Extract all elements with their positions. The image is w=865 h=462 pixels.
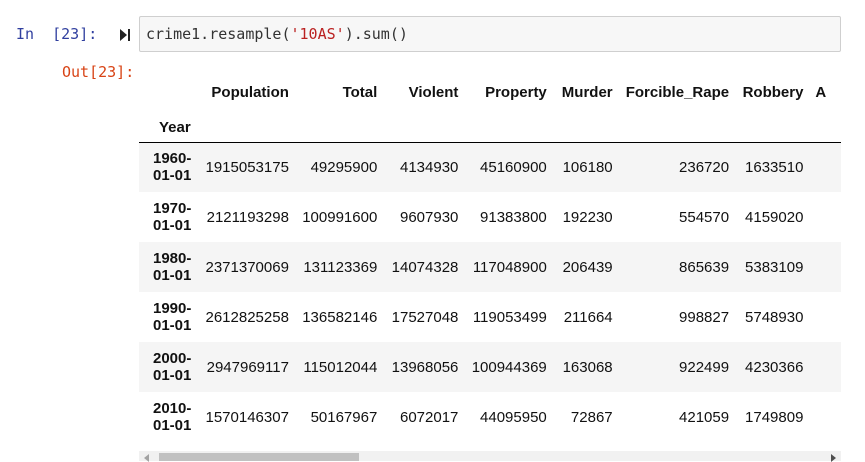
table-cell: 998827 xyxy=(679,308,730,326)
table-cell: 5383109 xyxy=(745,258,804,276)
input-prompt: In [23]: xyxy=(16,25,98,43)
table-cell: 115012044 xyxy=(303,358,378,376)
table-cell: 14074328 xyxy=(391,258,459,276)
table-cell: 2371370069 xyxy=(205,258,289,276)
row-index: 2000- 01-01 xyxy=(153,350,192,384)
table-cell xyxy=(811,242,841,292)
table-cell: 17527048 xyxy=(391,308,459,326)
table-cell: 49295900 xyxy=(310,158,378,176)
table-cell: 136582146 xyxy=(302,308,378,326)
column-header: Property xyxy=(485,83,547,101)
column-header: Violent xyxy=(408,83,459,101)
code-line: crime1.resample('10AS').sum() xyxy=(146,25,408,43)
row-index: 1980- 01-01 xyxy=(153,250,192,284)
table-cell: 72867 xyxy=(570,408,613,426)
table-cell: 131123369 xyxy=(303,258,378,276)
table-row: 1990- 01-01 2612825258 136582146 17527048… xyxy=(139,292,841,342)
table-cell: 4134930 xyxy=(399,158,459,176)
table-cell: 192230 xyxy=(562,208,613,226)
code-cell-editor[interactable]: crime1.resample('10AS').sum() xyxy=(139,16,841,52)
table-cell xyxy=(811,142,841,192)
column-header: Population xyxy=(211,83,289,101)
table-row: 1960- 01-01 1915053175 49295900 4134930 4… xyxy=(139,142,841,192)
table-row: 1980- 01-01 2371370069 131123369 14074328… xyxy=(139,242,841,292)
table-cell: 163068 xyxy=(562,358,613,376)
table-cell: 1749809 xyxy=(745,408,804,426)
table-cell: 117048900 xyxy=(472,258,547,276)
table-cell: 45160900 xyxy=(480,158,547,176)
column-header: Total xyxy=(342,83,378,101)
table-row: 2010- 01-01 1570146307 50167967 6072017 4… xyxy=(139,392,841,442)
code-prefix: crime1.resample( xyxy=(146,25,291,43)
output-area: Population Total Violent Property Murder… xyxy=(139,70,841,461)
dataframe-table: Population Total Violent Property Murder… xyxy=(139,70,841,442)
table-cell: 421059 xyxy=(679,408,730,426)
table-cell: 1633510 xyxy=(745,158,804,176)
table-row: 2000- 01-01 2947969117 115012044 13968056… xyxy=(139,342,841,392)
header-corner xyxy=(139,70,199,114)
table-cell: 5748930 xyxy=(745,308,804,326)
table-cell: 106180 xyxy=(562,158,613,176)
table-cell: 9607930 xyxy=(399,208,459,226)
table-cell: 4230366 xyxy=(745,358,804,376)
table-cell: 44095950 xyxy=(480,408,547,426)
column-header: Forcible_Rape xyxy=(625,83,730,101)
horizontal-scrollbar[interactable] xyxy=(139,451,841,462)
table-cell: 554570 xyxy=(679,208,730,226)
row-index: 2010- 01-01 xyxy=(153,400,192,434)
table-cell: 50167967 xyxy=(310,408,378,426)
column-header: Robbery xyxy=(742,83,804,101)
table-cell: 13968056 xyxy=(391,358,459,376)
code-suffix: ).sum() xyxy=(344,25,408,43)
table-cell: 100944369 xyxy=(471,358,547,376)
table-cell: 2947969117 xyxy=(206,358,289,376)
scrollbar-thumb[interactable] xyxy=(159,453,359,461)
table-cell xyxy=(811,292,841,342)
table-cell xyxy=(811,192,841,242)
output-prompt: Out[23]: xyxy=(62,63,135,81)
table-cell: 4159020 xyxy=(745,208,804,226)
table-cell: 119053499 xyxy=(472,308,547,326)
table-cell: 1915053175 xyxy=(205,158,289,176)
table-cell: 2121193298 xyxy=(206,208,289,226)
table-cell: 6072017 xyxy=(399,408,459,426)
column-header: A xyxy=(815,83,827,101)
table-cell: 1570146307 xyxy=(205,408,289,426)
run-cell-icon[interactable] xyxy=(119,27,131,43)
column-header-row: Population Total Violent Property Murder… xyxy=(139,70,841,114)
table-row: 1970- 01-01 2121193298 100991600 9607930 … xyxy=(139,192,841,242)
code-string-argument: '10AS' xyxy=(290,25,345,43)
table-cell xyxy=(811,342,841,392)
column-header: Murder xyxy=(561,83,613,101)
table-cell: 206439 xyxy=(562,258,613,276)
index-name-row: Year xyxy=(139,114,841,142)
table-cell: 91383800 xyxy=(480,208,547,226)
index-name: Year xyxy=(159,119,191,137)
table-cell: 100991600 xyxy=(302,208,378,226)
table-cell: 211664 xyxy=(563,308,613,326)
row-index: 1960- 01-01 xyxy=(153,150,192,185)
table-cell: 922499 xyxy=(679,358,730,376)
table-cell: 865639 xyxy=(679,258,730,276)
table-cell: 2612825258 xyxy=(205,308,289,326)
table-cell: 236720 xyxy=(679,158,730,176)
row-index: 1990- 01-01 xyxy=(153,300,192,334)
table-cell xyxy=(811,392,841,442)
row-index: 1970- 01-01 xyxy=(153,200,192,234)
